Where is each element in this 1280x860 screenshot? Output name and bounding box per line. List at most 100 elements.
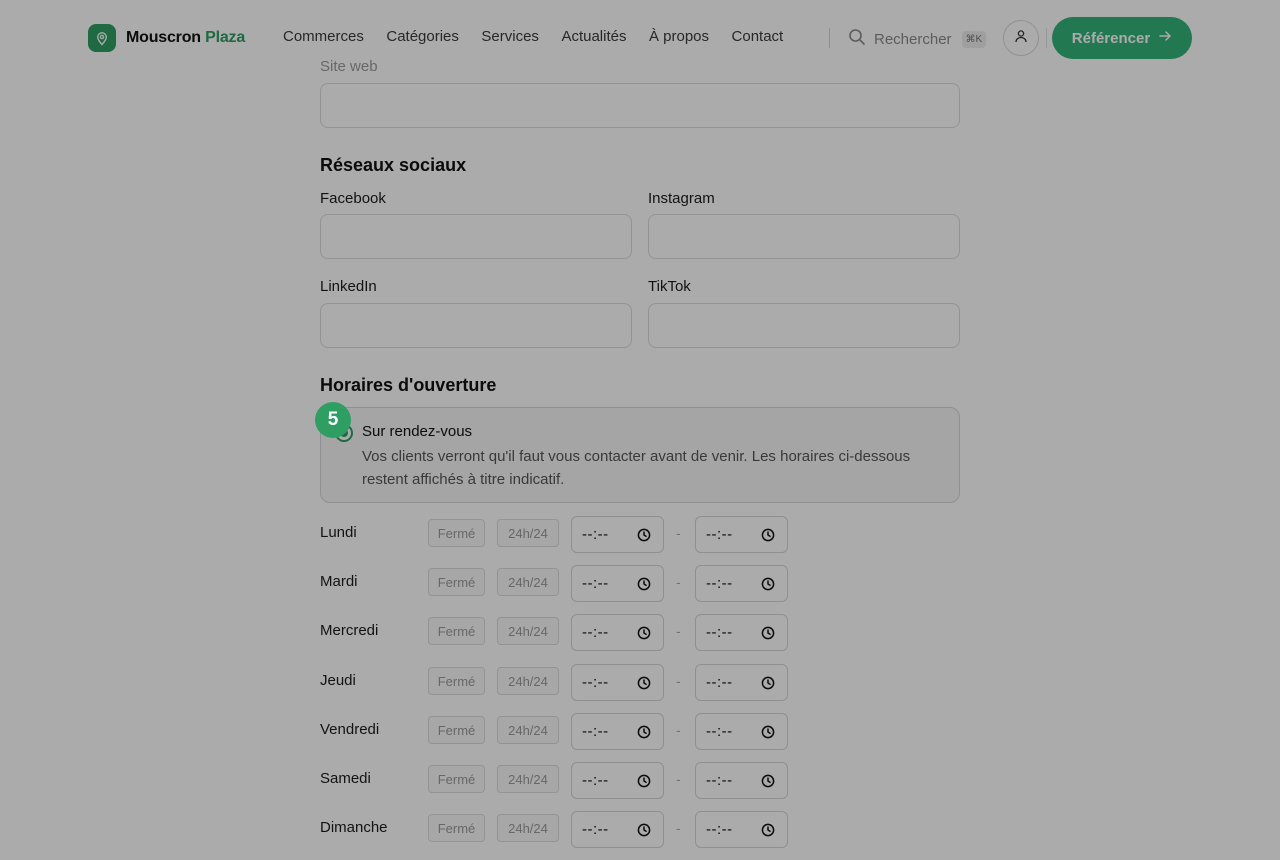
allday-toggle[interactable]: 24h/24 (497, 765, 559, 793)
tiktok-input[interactable] (648, 303, 960, 348)
closed-label: Fermé (437, 820, 476, 836)
search-icon (848, 28, 866, 51)
day-row: Samedi Fermé 24h/24 --:-- - --:-- (320, 762, 800, 799)
referencer-label: Référencer (1071, 29, 1151, 47)
closing-time-input[interactable]: --:-- (695, 565, 788, 602)
closed-label: Fermé (437, 673, 476, 689)
facebook-label: Facebook (320, 190, 386, 207)
search-shortcut: ⌘K (961, 31, 987, 48)
closed-toggle[interactable]: Fermé (428, 814, 485, 842)
closed-toggle[interactable]: Fermé (428, 716, 485, 744)
time-value: --:-- (706, 526, 733, 543)
logo[interactable]: Mouscron Plaza (88, 24, 245, 52)
opening-time-input[interactable]: --:-- (571, 713, 664, 750)
search-label: Rechercher (874, 31, 952, 48)
allday-toggle[interactable]: 24h/24 (497, 667, 559, 695)
nav-item-services[interactable]: Services (481, 28, 539, 45)
clock-icon (761, 725, 775, 744)
allday-toggle[interactable]: 24h/24 (497, 568, 559, 596)
closed-label: Fermé (437, 574, 476, 590)
closed-toggle[interactable]: Fermé (428, 667, 485, 695)
nav-item-contact[interactable]: Contact (732, 28, 784, 45)
day-name: Samedi (320, 770, 371, 787)
opening-time-input[interactable]: --:-- (571, 565, 664, 602)
instagram-input[interactable] (648, 214, 960, 259)
appointment-description: Vos clients verront qu'il faut vous cont… (362, 448, 911, 488)
account-divider (1046, 28, 1047, 48)
nav-item-actualites[interactable]: Actualités (561, 28, 626, 45)
clock-icon (761, 577, 775, 596)
day-row: Mardi Fermé 24h/24 --:-- - --:-- (320, 565, 800, 602)
allday-toggle[interactable]: 24h/24 (497, 519, 559, 547)
allday-toggle[interactable]: 24h/24 (497, 716, 559, 744)
facebook-input[interactable] (320, 214, 632, 259)
opening-time-input[interactable]: --:-- (571, 811, 664, 848)
nav-item-a-propos[interactable]: À propos (649, 28, 709, 45)
website-label: Site web (320, 58, 378, 75)
day-name: Mardi (320, 573, 358, 590)
opening-time-input[interactable]: --:-- (571, 762, 664, 799)
user-icon (1014, 29, 1028, 48)
social-section-title: Réseaux sociaux (320, 155, 467, 175)
time-value: --:-- (706, 723, 733, 740)
closed-label: Fermé (437, 623, 476, 639)
day-row: Vendredi Fermé 24h/24 --:-- - --:-- (320, 713, 800, 750)
closed-label: Fermé (437, 771, 476, 787)
allday-label: 24h/24 (508, 820, 548, 836)
closing-time-input[interactable]: --:-- (695, 762, 788, 799)
time-separator: - (676, 673, 681, 689)
referencer-button[interactable]: Référencer (1052, 17, 1192, 59)
closing-time-input[interactable]: --:-- (695, 713, 788, 750)
day-name: Dimanche (320, 819, 388, 836)
closed-toggle[interactable]: Fermé (428, 568, 485, 596)
nav-item-commerces[interactable]: Commerces (283, 28, 364, 45)
hours-section-title: Horaires d'ouverture (320, 375, 497, 395)
opening-time-input[interactable]: --:-- (571, 664, 664, 701)
logo-text-part1: Mouscron (126, 29, 201, 46)
time-value: --:-- (706, 674, 733, 691)
website-input[interactable] (320, 83, 960, 128)
main-nav: Commerces Catégories Services Actualités… (283, 28, 806, 45)
allday-toggle[interactable]: 24h/24 (497, 617, 559, 645)
clock-icon (637, 577, 651, 596)
allday-label: 24h/24 (508, 525, 548, 541)
nav-item-categories[interactable]: Catégories (386, 28, 459, 45)
clock-icon (637, 626, 651, 645)
closed-label: Fermé (437, 525, 476, 541)
time-separator: - (676, 525, 681, 541)
search-button[interactable]: Rechercher ⌘K (848, 28, 987, 51)
clock-icon (761, 823, 775, 842)
time-value: --:-- (582, 772, 609, 789)
time-value: --:-- (706, 772, 733, 789)
time-separator: - (676, 820, 681, 836)
linkedin-input[interactable] (320, 303, 632, 348)
day-name: Mercredi (320, 622, 379, 639)
clock-icon (637, 823, 651, 842)
clock-icon (761, 676, 775, 695)
day-row: Lundi Fermé 24h/24 --:-- - --:-- (320, 516, 800, 553)
day-row: Mercredi Fermé 24h/24 --:-- - --:-- (320, 614, 800, 651)
time-value: --:-- (582, 575, 609, 592)
allday-toggle[interactable]: 24h/24 (497, 814, 559, 842)
clock-icon (637, 676, 651, 695)
day-row: Dimanche Fermé 24h/24 --:-- - --:-- (320, 811, 800, 848)
closed-toggle[interactable]: Fermé (428, 617, 485, 645)
nav-divider (829, 28, 830, 48)
closing-time-input[interactable]: --:-- (695, 811, 788, 848)
allday-label: 24h/24 (508, 771, 548, 787)
closing-time-input[interactable]: --:-- (695, 516, 788, 553)
time-separator: - (676, 771, 681, 787)
closed-toggle[interactable]: Fermé (428, 765, 485, 793)
closed-toggle[interactable]: Fermé (428, 519, 485, 547)
closing-time-input[interactable]: --:-- (695, 614, 788, 651)
instagram-label: Instagram (648, 190, 715, 207)
opening-time-input[interactable]: --:-- (571, 614, 664, 651)
closing-time-input[interactable]: --:-- (695, 664, 788, 701)
opening-time-input[interactable]: --:-- (571, 516, 664, 553)
clock-icon (637, 725, 651, 744)
time-value: --:-- (582, 723, 609, 740)
time-value: --:-- (582, 674, 609, 691)
day-name: Lundi (320, 524, 357, 541)
time-value: --:-- (706, 575, 733, 592)
account-button[interactable] (1003, 20, 1039, 56)
